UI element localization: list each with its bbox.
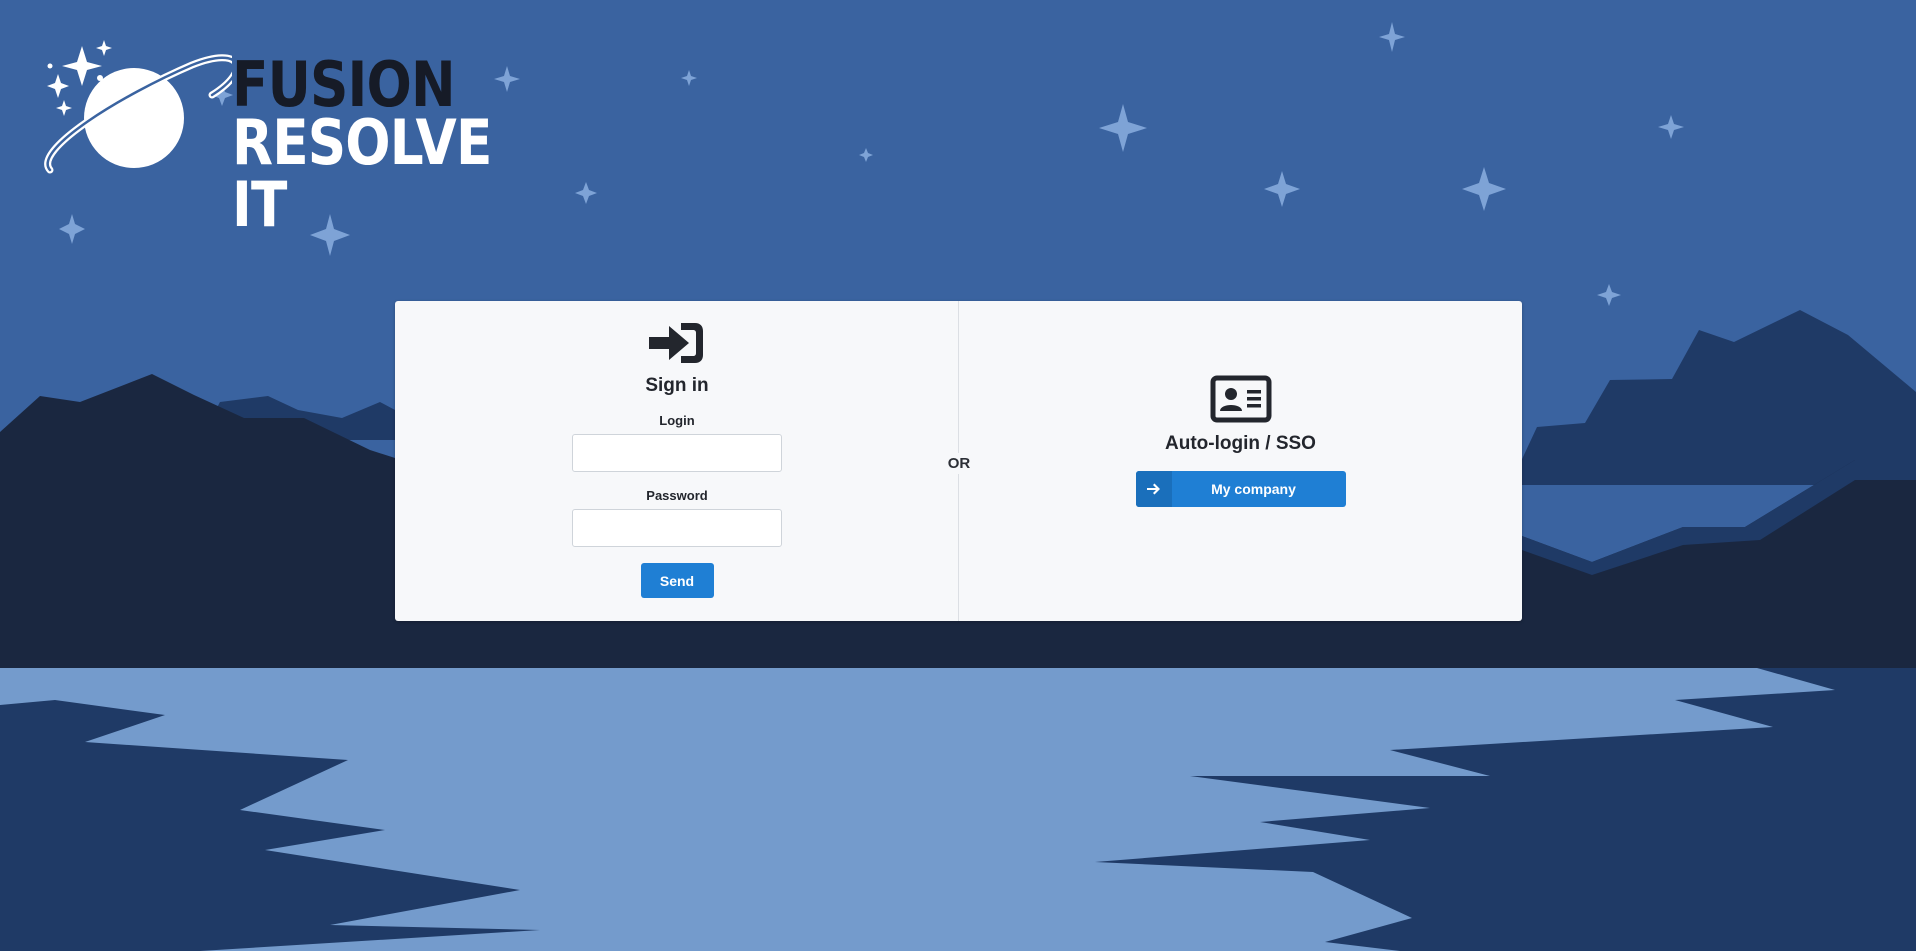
brand-logo: FUSION RESOLVE IT: [42, 40, 542, 236]
login-page: FUSION RESOLVE IT Sign in Login Password…: [0, 0, 1916, 951]
signin-title: Sign in: [645, 375, 709, 396]
brand-line-2: RESOLVE IT: [232, 106, 492, 241]
password-label: Password: [646, 488, 708, 503]
login-input[interactable]: [572, 434, 782, 472]
sso-panel: Auto-login / SSO My company: [959, 301, 1522, 621]
id-card-icon: [1210, 375, 1271, 423]
sso-title: Auto-login / SSO: [1165, 433, 1316, 454]
arrow-right-icon: [1135, 471, 1172, 507]
planet-logo-icon: [44, 40, 232, 174]
brand-wordmark: FUSION RESOLVE IT: [232, 40, 542, 236]
sso-button-label: My company: [1211, 481, 1296, 497]
login-label: Login: [659, 413, 695, 428]
login-card: Sign in Login Password Send OR Auto-logi…: [395, 301, 1522, 621]
send-button[interactable]: Send: [640, 563, 714, 598]
my-company-sso-button[interactable]: My company: [1135, 471, 1346, 507]
password-input[interactable]: [572, 509, 782, 547]
signin-panel: Sign in Login Password Send: [395, 301, 959, 621]
sign-in-icon: [649, 323, 703, 363]
